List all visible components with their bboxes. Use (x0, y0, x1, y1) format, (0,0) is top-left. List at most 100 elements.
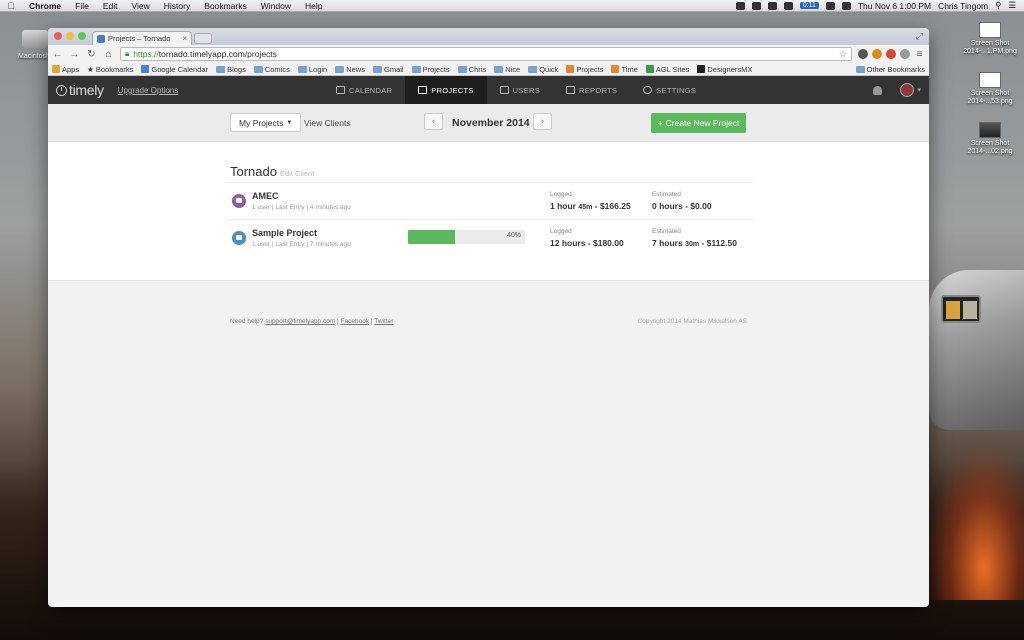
menu-icon[interactable]: ≡ (914, 49, 925, 60)
battery-indicator[interactable]: 0:11 (799, 2, 819, 9)
other-bookmarks[interactable]: Other Bookmarks (855, 65, 925, 74)
project-name[interactable]: Sample Project (252, 228, 317, 238)
menu-edit[interactable]: Edit (96, 1, 125, 11)
close-window-button[interactable] (54, 32, 62, 40)
timely-logo[interactable]: timely (56, 82, 104, 98)
gear-icon (643, 86, 653, 94)
bar-chart-icon (566, 86, 575, 94)
bookmark-item[interactable]: ★ Bookmarks (87, 65, 133, 74)
new-tab-button[interactable] (194, 33, 212, 44)
bookmark-folder[interactable]: Nice (494, 65, 520, 74)
extension-icon[interactable] (858, 48, 868, 59)
forward-icon[interactable]: → (69, 49, 80, 60)
search-icon[interactable]: ⚲ (995, 0, 1001, 11)
back-icon[interactable]: ← (52, 49, 63, 60)
notification-icon[interactable] (873, 85, 883, 95)
extension-icon[interactable] (900, 48, 910, 59)
menubar-user[interactable]: Chris Tingom (938, 1, 988, 11)
volume-icon[interactable] (841, 1, 851, 10)
twitter-link[interactable]: Twitter (374, 318, 393, 325)
minimize-window-button[interactable] (66, 32, 74, 40)
nav-users[interactable]: USERS (487, 76, 553, 104)
folder-icon (372, 65, 382, 73)
reload-icon[interactable]: ↻ (86, 49, 97, 60)
prev-month-button[interactable]: ‹ (424, 113, 443, 130)
bookmark-folder[interactable]: Quick (528, 65, 558, 74)
favicon-icon (97, 34, 105, 43)
home-icon[interactable]: ⌂ (103, 49, 114, 60)
bookmark-item[interactable]: DesignersMX (697, 65, 752, 74)
bookmark-folder[interactable]: Login (297, 65, 327, 74)
my-projects-dropdown[interactable]: My Projects ▼ (230, 113, 302, 132)
amazon-icon[interactable] (872, 48, 882, 59)
hard-drive-icon[interactable] (22, 30, 48, 48)
bookmark-item[interactable]: Google Calendar (141, 65, 208, 74)
bookmark-folder[interactable]: News (335, 65, 365, 74)
support-email-link[interactable]: support@timelyapp.com (265, 318, 335, 325)
bookmark-folder[interactable]: Gmail (372, 65, 404, 74)
facebook-link[interactable]: Facebook (341, 318, 370, 325)
menu-bookmarks[interactable]: Bookmarks (197, 1, 254, 11)
tray-icon[interactable] (767, 1, 777, 10)
folder-icon (411, 65, 421, 73)
menubar-clock[interactable]: Thu Nov 6 1:00 PM (858, 1, 931, 11)
projects-list: Tornado Edit Client AMEC 1 user | Last En… (48, 142, 929, 281)
hard-drive-label: Macintosh (18, 53, 50, 60)
adblock-icon[interactable] (886, 48, 896, 59)
view-clients-link[interactable]: View Clients (304, 118, 351, 128)
create-new-project-button[interactable]: + Create New Project (651, 113, 746, 133)
project-row[interactable]: AMEC 1 user | Last Entry | 4 minutes ago… (226, 182, 754, 219)
menu-file[interactable]: File (68, 1, 96, 11)
fullscreen-icon[interactable]: ⤢ (916, 31, 923, 42)
bookmark-item[interactable]: Projects (566, 65, 603, 74)
projects-toolbar: My Projects ▼ View Clients ‹ November 20… (48, 104, 929, 142)
menu-help[interactable]: Help (298, 1, 329, 11)
designersmx-icon (697, 65, 706, 73)
menu-view[interactable]: View (124, 1, 156, 11)
bookmark-item[interactable]: Time (611, 65, 638, 74)
desktop-file-icon[interactable]: Screen Shot 2014-...53.png (960, 72, 1020, 106)
edit-client-link[interactable]: Edit Client (280, 169, 314, 178)
address-bar[interactable]: 🔒︎ https://tornado.timelyapp.com/project… (120, 47, 852, 61)
desktop-file-icon[interactable]: Screen Shot 2014-...1.PM.png (960, 22, 1020, 56)
menu-app-name[interactable]: Chrome (22, 1, 68, 11)
wifi-icon[interactable] (825, 1, 835, 10)
desktop-file-icon[interactable]: Screen Shot 2014-...02.png (960, 122, 1020, 156)
nav-projects[interactable]: PROJECTS (405, 76, 487, 104)
nav-reports[interactable]: REPORTS (553, 76, 630, 104)
tray-icon[interactable] (783, 1, 793, 10)
footer-help: Need help? support@timelyapp.com | Faceb… (230, 318, 394, 325)
apple-icon[interactable]:  (0, 1, 22, 11)
progress-percent: 40% (506, 232, 521, 239)
maximize-window-button[interactable] (78, 32, 86, 40)
apps-icon (52, 65, 60, 73)
project-name[interactable]: AMEC (252, 191, 279, 201)
menu-history[interactable]: History (157, 1, 197, 11)
briefcase-icon (418, 86, 428, 94)
bookmark-item[interactable]: AGL Sites (645, 65, 689, 74)
nav-calendar[interactable]: CALENDAR (323, 76, 405, 104)
users-icon (499, 86, 509, 94)
close-tab-icon[interactable]: × (182, 34, 187, 43)
folder-icon (494, 65, 504, 73)
upgrade-options-link[interactable]: Upgrade Options (118, 86, 178, 95)
next-month-button[interactable]: › (533, 113, 552, 130)
bookmark-folder[interactable]: Comics (253, 65, 290, 74)
tray-icon[interactable] (751, 1, 761, 10)
tray-icon[interactable] (735, 1, 745, 10)
nav-settings[interactable]: SETTINGS (630, 76, 709, 104)
bookmark-apps[interactable]: Apps (52, 65, 79, 74)
bookmark-folder[interactable]: Blogs (216, 65, 246, 74)
browser-tab[interactable]: Projects – Tornado × (92, 31, 192, 45)
month-label: November 2014 (452, 117, 530, 129)
bookmark-folder[interactable]: Chris (457, 65, 486, 74)
bookmark-star-icon[interactable]: ☆ (839, 49, 847, 60)
user-menu[interactable]: ▾ (900, 83, 921, 97)
menu-window[interactable]: Window (254, 1, 298, 11)
copyright: Copyright 2014 Mathias Mikkelsen AS (637, 318, 747, 325)
browser-window: Projects – Tornado × ⤢ ← → ↻ ⌂ 🔒︎ https:… (48, 28, 929, 607)
project-row[interactable]: Sample Project 1 user | Last Entry | 7 m… (226, 219, 754, 256)
list-icon[interactable]: ☰ (1008, 0, 1016, 11)
bookmark-folder[interactable]: Projects (411, 65, 450, 74)
tab-title: Projects – Tornado (108, 34, 171, 43)
